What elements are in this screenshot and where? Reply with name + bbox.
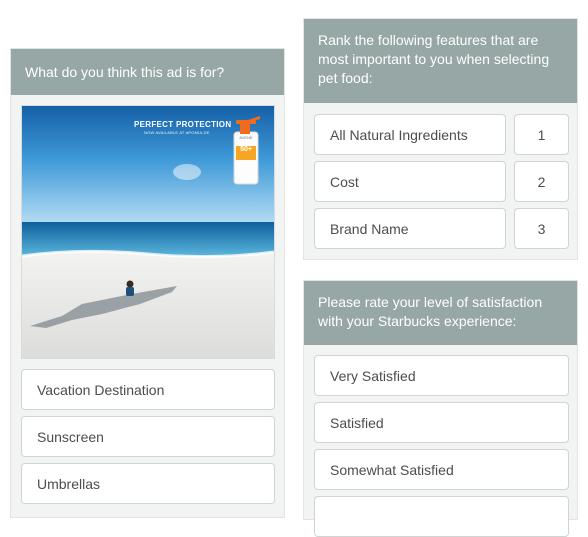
rank-item-label[interactable]: All Natural Ingredients: [314, 114, 506, 155]
ad-subline: NOW AVAILABLE AT APOMIA.DE: [144, 130, 210, 135]
ad-image: PERFECT PROTECTION NOW AVAILABLE AT APOM…: [21, 105, 275, 359]
answer-option[interactable]: [314, 496, 569, 537]
question-title: Rank the following features that are mos…: [304, 19, 577, 103]
answer-option[interactable]: Somewhat Satisfied: [314, 449, 569, 490]
answer-option[interactable]: Umbrellas: [21, 463, 275, 504]
satisfaction-question-card: Please rate your level of satisfaction w…: [303, 280, 578, 537]
bottle-brand: AVENE: [239, 135, 253, 140]
beach-ad-illustration: [22, 106, 274, 358]
question-title: What do you think this ad is for?: [11, 49, 284, 95]
answer-option[interactable]: Very Satisfied: [314, 355, 569, 396]
rank-number[interactable]: 3: [514, 208, 569, 249]
rank-number[interactable]: 2: [514, 161, 569, 202]
answer-option[interactable]: Sunscreen: [21, 416, 275, 457]
rank-item-label[interactable]: Brand Name: [314, 208, 506, 249]
rank-item-label[interactable]: Cost: [314, 161, 506, 202]
question-title: Please rate your level of satisfaction w…: [304, 281, 577, 345]
ad-headline: PERFECT PROTECTION: [134, 120, 232, 129]
bottle-spf: 50+: [240, 146, 252, 153]
rank-number[interactable]: 1: [514, 114, 569, 155]
ranking-question-card: Rank the following features that are mos…: [303, 18, 578, 260]
answer-option[interactable]: Vacation Destination: [21, 369, 275, 410]
ad-question-card: What do you think this ad is for? PERFEC…: [10, 48, 285, 518]
answer-option[interactable]: Satisfied: [314, 402, 569, 443]
